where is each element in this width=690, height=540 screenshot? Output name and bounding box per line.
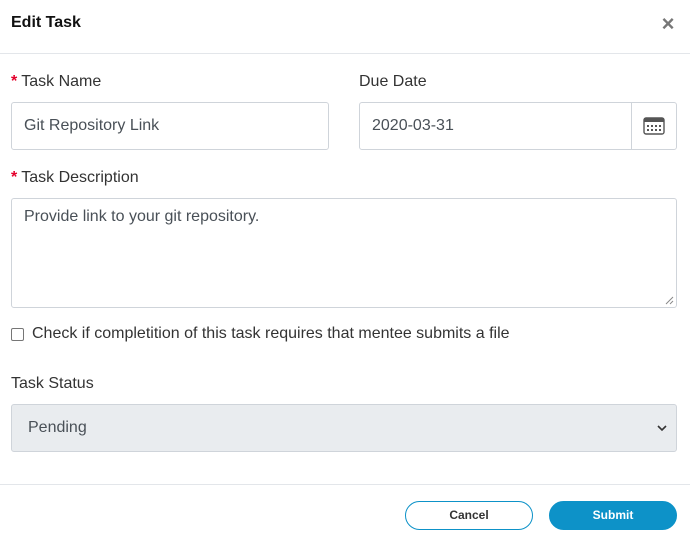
modal-footer-divider xyxy=(0,484,690,485)
close-icon[interactable]: × xyxy=(658,12,678,36)
task-status-value: Pending xyxy=(28,419,87,436)
task-name-label-text: Task Name xyxy=(21,73,102,90)
required-mark: * xyxy=(11,169,18,186)
task-name-label: * Task Name xyxy=(11,73,101,91)
edit-task-modal: Edit Task × * Task Name Git Repository Li… xyxy=(0,0,690,540)
due-date-input[interactable]: 2020-03-31 xyxy=(359,102,632,150)
submit-button[interactable]: Submit xyxy=(549,501,677,530)
due-date-label: Due Date xyxy=(359,73,427,90)
resize-grip-icon[interactable] xyxy=(664,295,674,305)
file-required-label: Check if completition of this task requi… xyxy=(32,325,510,342)
task-name-input[interactable]: Git Repository Link xyxy=(11,102,329,150)
chevron-down-icon xyxy=(657,425,667,432)
task-description-label: * Task Description xyxy=(11,169,139,187)
file-required-checkbox[interactable] xyxy=(11,328,24,341)
task-description-label-text: Task Description xyxy=(21,169,139,186)
task-description-value: Provide link to your git repository. xyxy=(24,208,260,225)
required-mark: * xyxy=(11,73,18,90)
task-status-label: Task Status xyxy=(11,375,94,392)
calendar-icon xyxy=(643,117,665,135)
modal-header: Edit Task × xyxy=(0,0,690,54)
modal-title: Edit Task xyxy=(11,14,81,31)
task-status-select[interactable]: Pending xyxy=(11,404,677,452)
cancel-button[interactable]: Cancel xyxy=(405,501,533,530)
task-description-textarea[interactable]: Provide link to your git repository. xyxy=(11,198,677,308)
calendar-button[interactable] xyxy=(631,102,677,150)
